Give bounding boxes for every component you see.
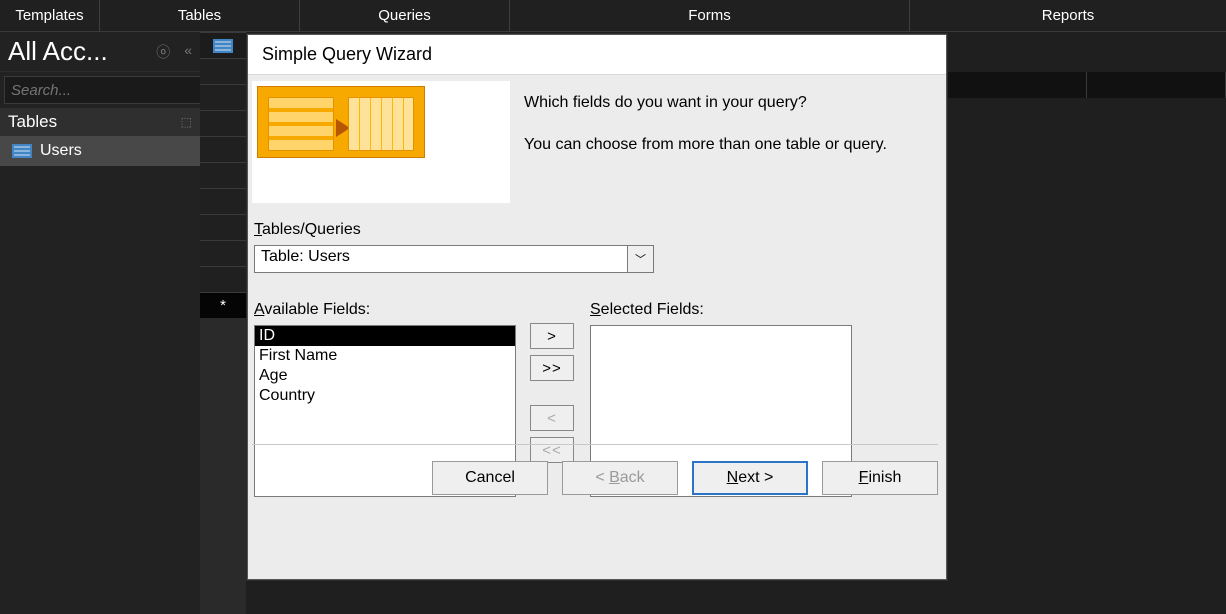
- chevron-down-icon: ﹀: [635, 251, 646, 267]
- nav-item-label: Users: [40, 142, 82, 160]
- table-icon: [213, 39, 233, 53]
- list-item[interactable]: ID: [255, 326, 515, 346]
- ribbon-tabs: Templates Tables Queries Forms Reports: [0, 0, 1226, 32]
- wizard-illustration: [252, 81, 510, 203]
- table-row[interactable]: [200, 240, 246, 266]
- nav-item-users[interactable]: Users: [0, 136, 200, 166]
- table-row[interactable]: [200, 214, 246, 240]
- selected-fields-label: Selected Fields:: [590, 301, 852, 319]
- nav-collapse-icon[interactable]: «: [184, 42, 192, 62]
- datasheet-selectall[interactable]: [200, 58, 246, 84]
- nav-dropdown-icon[interactable]: ⓞ: [156, 42, 170, 62]
- finish-button[interactable]: Finish: [822, 461, 938, 495]
- table-row[interactable]: [200, 84, 246, 110]
- next-button[interactable]: Next >: [692, 461, 808, 495]
- add-field-button[interactable]: >: [530, 323, 574, 349]
- table-row[interactable]: [200, 110, 246, 136]
- table-row[interactable]: [200, 266, 246, 292]
- table-row[interactable]: [200, 162, 246, 188]
- combo-value: Table: Users: [255, 246, 627, 272]
- combo-dropdown-button[interactable]: ﹀: [627, 246, 653, 272]
- arrow-icon: [336, 119, 350, 137]
- table-icon: [12, 144, 32, 158]
- wizard-instructions: Which fields do you want in your query? …: [524, 81, 934, 157]
- ribbon-tab-queries[interactable]: Queries: [300, 0, 510, 31]
- nav-header: All Acc... ⓞ «: [0, 32, 200, 72]
- list-item[interactable]: First Name: [255, 346, 515, 366]
- remove-field-button[interactable]: <: [530, 405, 574, 431]
- add-all-fields-button[interactable]: >>: [530, 355, 574, 381]
- table-row[interactable]: [200, 136, 246, 162]
- wizard-prompt-2: You can choose from more than one table …: [524, 133, 934, 157]
- available-fields-label: Available Fields:: [254, 301, 516, 319]
- nav-search-input[interactable]: [4, 76, 219, 104]
- ribbon-tab-reports[interactable]: Reports: [910, 0, 1226, 31]
- nav-section-expand-icon: ⬚: [181, 115, 192, 129]
- field-move-buttons: > >> < <<: [530, 301, 576, 463]
- list-item[interactable]: Country: [255, 386, 515, 406]
- datasheet-new-row[interactable]: *: [200, 292, 246, 318]
- tables-queries-label: Tables/Queries: [254, 203, 934, 239]
- datasheet-tab[interactable]: [200, 32, 246, 58]
- ribbon-tab-tables[interactable]: Tables: [100, 0, 300, 31]
- datasheet-column-headers: [947, 72, 1226, 98]
- back-button[interactable]: < Back: [562, 461, 678, 495]
- nav-section-label: Tables: [8, 112, 57, 132]
- simple-query-wizard-dialog: Simple Query Wizard Which fields do you …: [247, 34, 947, 580]
- datasheet-column[interactable]: [947, 72, 1087, 98]
- dialog-title: Simple Query Wizard: [248, 35, 946, 75]
- tables-queries-combo[interactable]: Table: Users ﹀: [254, 245, 654, 273]
- wizard-prompt-1: Which fields do you want in your query?: [524, 91, 934, 115]
- wizard-footer: Cancel < Back Next > Finish: [252, 444, 938, 495]
- ribbon-tab-forms[interactable]: Forms: [510, 0, 910, 31]
- nav-search: 🔍: [4, 76, 196, 104]
- list-item[interactable]: Age: [255, 366, 515, 386]
- cancel-button[interactable]: Cancel: [432, 461, 548, 495]
- nav-title: All Acc...: [8, 36, 108, 67]
- navigation-pane: All Acc... ⓞ « 🔍 Tables ⬚ Users: [0, 32, 200, 614]
- ribbon-tab-templates[interactable]: Templates: [0, 0, 100, 31]
- datasheet-column[interactable]: [1087, 72, 1226, 98]
- datasheet-row-headers: *: [200, 32, 246, 614]
- table-row[interactable]: [200, 188, 246, 214]
- nav-section-tables[interactable]: Tables ⬚: [0, 108, 200, 136]
